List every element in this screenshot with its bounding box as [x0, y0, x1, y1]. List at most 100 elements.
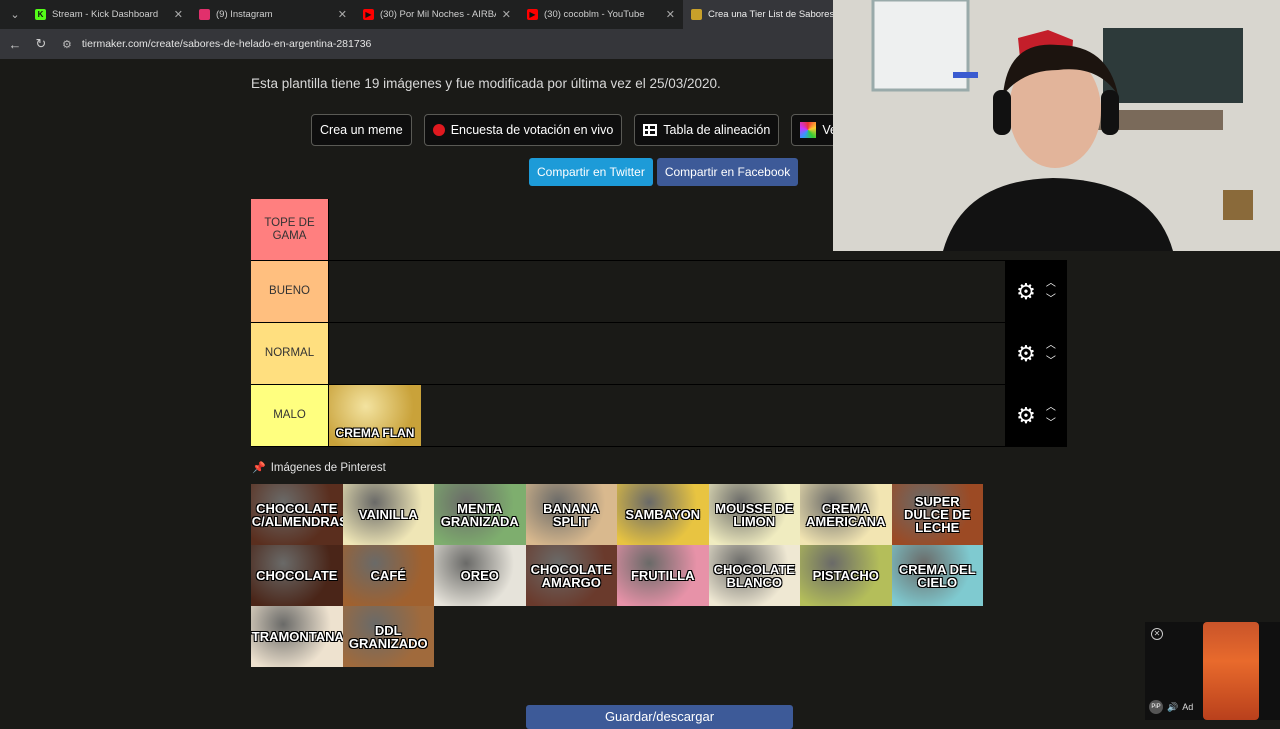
tier-controls: ⚙ ︿ ﹀ — [1005, 261, 1067, 322]
live-vote-label: Encuesta de votación en vivo — [450, 123, 614, 137]
tab-title: Stream - Kick Dashboard — [52, 9, 159, 20]
save-download-button[interactable]: Guardar/descargar — [526, 705, 793, 729]
pool-item[interactable]: CREMA AMERICANA — [800, 484, 892, 545]
pool-item-label: CHOCOLATE C/ALMENDRAS — [251, 500, 343, 529]
live-vote-button[interactable]: Encuesta de votación en vivo — [423, 114, 623, 146]
pool-item[interactable]: SUPER DULCE DE LECHE — [891, 484, 983, 545]
tab-3[interactable]: ▶ (30) cocoblm - YouTube ✕ — [519, 0, 683, 29]
pool-item[interactable]: FRUTILLA — [617, 545, 709, 606]
tab-close-icon[interactable]: ✕ — [174, 8, 183, 21]
close-icon[interactable]: ✕ — [1151, 628, 1163, 640]
tab-favicon-icon: ▶ — [527, 9, 538, 20]
reload-button[interactable]: ↻ — [28, 36, 54, 52]
tab-title: (30) Por Mil Noches - AIRBAG - — [380, 9, 496, 20]
create-meme-button[interactable]: Crea un meme — [311, 114, 412, 146]
record-icon — [432, 124, 445, 136]
tab-favicon-icon: ▶ — [363, 9, 374, 20]
pool-item-label: DDL GRANIZADO — [348, 622, 428, 651]
gear-icon[interactable]: ⚙ — [1016, 280, 1036, 303]
pool-item-label: CREMA AMERICANA — [806, 500, 886, 529]
tier-label[interactable]: MALO — [251, 385, 328, 446]
tier-row: BUENO ⚙ ︿ ﹀ — [251, 261, 1067, 323]
pinterest-title: Imágenes de Pinterest — [270, 461, 386, 474]
chevron-down-icon[interactable]: ﹀ — [1046, 294, 1056, 305]
pin-icon: 📌 — [252, 462, 266, 474]
alignment-chart-button[interactable]: Tabla de alineación — [634, 114, 780, 146]
tier-dropzone[interactable] — [328, 261, 1005, 322]
tier-controls: ⚙ ︿ ﹀ — [1005, 385, 1067, 446]
template-info: Esta plantilla tiene 19 imágenes y fue m… — [251, 76, 721, 91]
tab-title: (9) Instagram — [216, 9, 273, 20]
webcam-image — [833, 0, 1280, 251]
gear-icon[interactable]: ⚙ — [1016, 404, 1036, 427]
image-pool: CHOCOLATE C/ALMENDRAS VAINILLA MENTA GRANI… — [251, 484, 983, 667]
pool-item-label: VAINILLA — [358, 507, 418, 522]
tab-search-button[interactable]: ⌄ — [3, 5, 27, 25]
tabs: K Stream - Kick Dashboard ✕ (9) Instagram ✕ ▶… — [27, 0, 847, 29]
tab-title: (30) cocoblm - YouTube — [544, 9, 645, 20]
back-button[interactable]: ← — [2, 37, 28, 52]
pip-icon[interactable]: PiP — [1149, 700, 1163, 714]
pool-item-label: MOUSSE DE LIMON — [715, 500, 794, 529]
pool-item-label: MENTA GRANIZADA — [440, 500, 519, 529]
grid-icon — [643, 124, 658, 136]
gear-icon[interactable]: ⚙ — [1016, 342, 1036, 365]
pool-item[interactable]: CAFÉ — [342, 545, 434, 606]
tier-row: MALO CREMA FLAN ⚙ ︿ ﹀ — [251, 385, 1067, 447]
pool-item[interactable]: CHOCOLATE AMARGO — [525, 545, 617, 606]
pool-item-label: CAFÉ — [370, 568, 406, 583]
tab-4[interactable]: Crea una Tier List de Sabores de — [683, 0, 847, 29]
pool-item[interactable]: VAINILLA — [342, 484, 434, 545]
volume-icon[interactable]: 🔊 — [1167, 702, 1178, 713]
ad-image[interactable] — [1203, 622, 1259, 720]
url-field[interactable]: ⚙ tiermaker.com/create/sabores-de-helado… — [62, 38, 371, 51]
ad-label: Ad — [1182, 702, 1194, 712]
pool-item[interactable]: CHOCOLATE — [251, 545, 343, 606]
pool-item[interactable]: CHOCOLATE BLANCO — [708, 545, 800, 606]
pool-item-label: CHOCOLATE AMARGO — [530, 561, 612, 590]
tier-item[interactable]: CREMA FLAN — [329, 385, 421, 446]
alignment-chart-label: Tabla de alineación — [663, 123, 771, 137]
pool-item[interactable]: PISTACHO — [800, 545, 892, 606]
tier-dropzone[interactable] — [328, 323, 1005, 384]
pool-item[interactable]: OREO — [434, 545, 526, 606]
pool-item[interactable]: CHOCOLATE C/ALMENDRAS — [251, 484, 343, 545]
pool-item-label: SUPER DULCE DE LECHE — [904, 494, 971, 535]
tab-close-icon[interactable]: ✕ — [502, 8, 511, 21]
pool-item[interactable]: DDL GRANIZADO — [342, 606, 434, 667]
tier-dropzone[interactable]: CREMA FLAN — [328, 385, 1005, 446]
tab-2[interactable]: ▶ (30) Por Mil Noches - AIRBAG - ✕ — [355, 0, 519, 29]
tab-close-icon[interactable]: ✕ — [338, 8, 347, 21]
chevron-up-icon[interactable]: ︿ — [1046, 340, 1056, 351]
tier-label[interactable]: NORMAL — [251, 323, 328, 384]
chevron-down-icon[interactable]: ﹀ — [1046, 356, 1056, 367]
pool-item[interactable]: MOUSSE DE LIMON — [708, 484, 800, 545]
tab-favicon-icon — [691, 9, 702, 20]
pool-item-label: CREMA DEL CIELO — [898, 561, 976, 590]
tier-label[interactable]: TOPE DE GAMA — [251, 199, 328, 260]
pool-item[interactable]: TRAMONTANA — [251, 606, 343, 667]
tab-0[interactable]: K Stream - Kick Dashboard ✕ — [27, 0, 191, 29]
tier-row: NORMAL ⚙ ︿ ﹀ — [251, 323, 1067, 385]
tab-1[interactable]: (9) Instagram ✕ — [191, 0, 355, 29]
share-twitter-button[interactable]: Compartir en Twitter — [529, 158, 653, 186]
pool-item[interactable]: SAMBAYON — [617, 484, 709, 545]
chevron-up-icon[interactable]: ︿ — [1046, 402, 1056, 413]
action-buttons: Crea un meme Encuesta de votación en viv… — [311, 114, 846, 146]
share-facebook-button[interactable]: Compartir en Facebook — [656, 158, 799, 186]
pinterest-header: 📌 Imágenes de Pinterest — [252, 461, 386, 475]
tab-favicon-icon — [199, 9, 210, 20]
pool-item[interactable]: BANANA SPLIT — [525, 484, 617, 545]
tab-close-icon[interactable]: ✕ — [666, 8, 675, 21]
pool-item-label: TRAMONTANA — [251, 629, 343, 644]
pool-item[interactable]: MENTA GRANIZADA — [434, 484, 526, 545]
site-info-icon[interactable]: ⚙ — [62, 38, 72, 51]
tier-controls: ⚙ ︿ ﹀ — [1005, 323, 1067, 384]
ad-overlay: ✕ PiP 🔊 Ad — [1145, 622, 1280, 720]
tab-title: Crea una Tier List de Sabores de — [708, 9, 839, 20]
tier-label[interactable]: BUENO — [251, 261, 328, 322]
chevron-up-icon[interactable]: ︿ — [1046, 278, 1056, 289]
tier-item-label: CREMA FLAN — [335, 426, 415, 440]
chevron-down-icon[interactable]: ﹀ — [1046, 418, 1056, 429]
pool-item[interactable]: CREMA DEL CIELO — [891, 545, 983, 606]
